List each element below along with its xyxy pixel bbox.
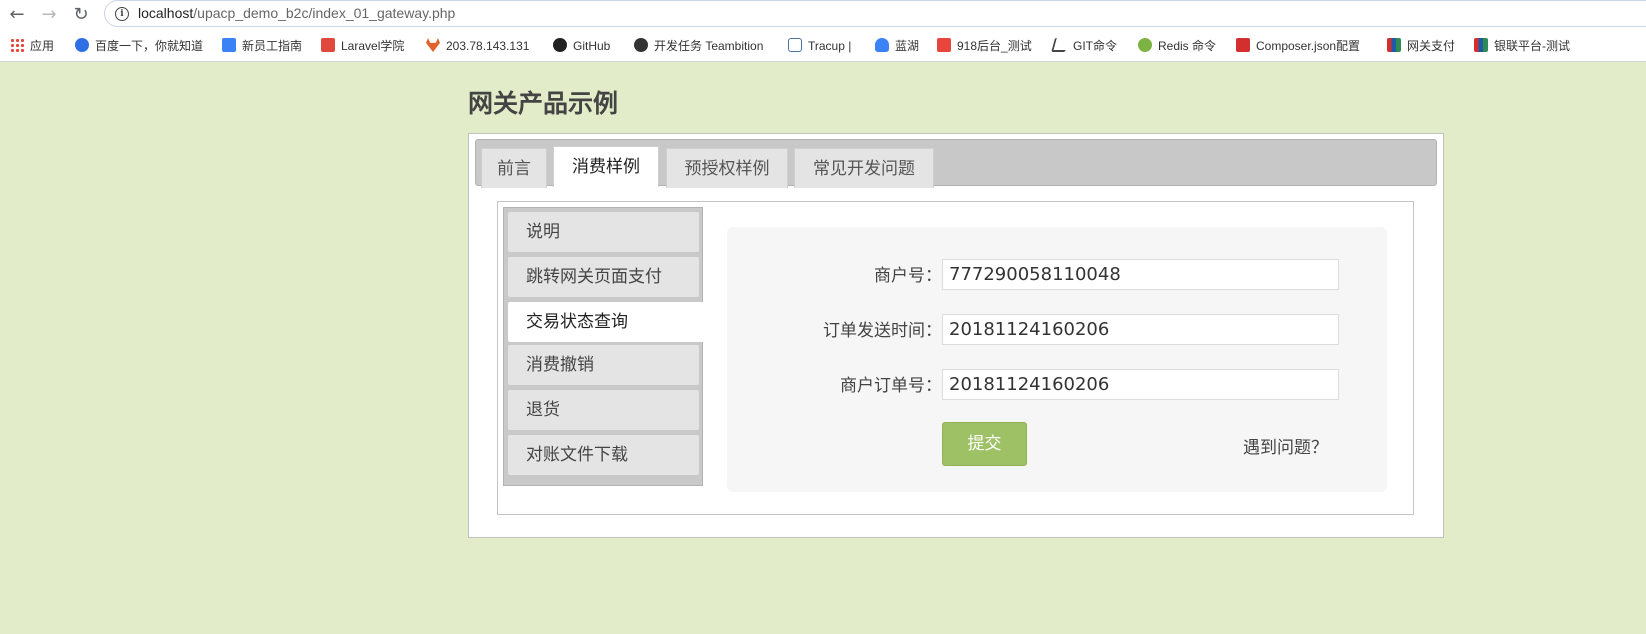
bookmark-guide[interactable]: 新员工指南 [222, 37, 302, 55]
bookmark-label: GIT命令 [1073, 39, 1117, 53]
order-time-label: 订单发送时间： [823, 321, 942, 341]
bookmarks-bar: 应用 百度一下，你就知道 新员工指南 Laravel学院 203.78.143.… [0, 29, 1646, 62]
note-icon [222, 38, 236, 52]
side-item-refund[interactable]: 退货 [508, 390, 699, 430]
bookmark-label: Tracup | [808, 39, 852, 53]
composer-icon [1236, 38, 1250, 52]
bookmark-label: 银联平台-测试 [1494, 39, 1570, 53]
side-item-description[interactable]: 说明 [508, 212, 699, 252]
order-id-label: 商户订单号： [840, 376, 942, 396]
help-link[interactable]: 遇到问题？ [1243, 433, 1328, 458]
bookmark-unionpay-test[interactable]: 银联平台-测试 [1474, 37, 1570, 55]
info-icon[interactable]: i [115, 7, 129, 21]
merchant-id-input[interactable] [942, 259, 1339, 290]
git-icon [1051, 38, 1069, 52]
page-title: 网关产品示例 [468, 89, 619, 118]
bookmark-github[interactable]: GitHub [553, 37, 610, 55]
bookmark-gitlab[interactable]: 203.78.143.131 [426, 37, 529, 55]
reload-icon[interactable]: ↻ [70, 4, 92, 26]
laravel-icon [321, 38, 335, 52]
merchant-id-label: 商户号： [874, 266, 942, 286]
side-item-status-query[interactable]: 交易状态查询 [508, 302, 705, 342]
address-bar[interactable]: i localhost/upacp_demo_b2c/index_01_gate… [104, 0, 1646, 27]
bookmark-label: Redis 命令 [1158, 39, 1217, 53]
bookmark-redis[interactable]: Redis 命令 [1138, 37, 1216, 55]
bookmark-label: Laravel学院 [341, 39, 405, 53]
side-item-gateway-pay[interactable]: 跳转网关页面支付 [508, 257, 699, 297]
bookmark-label: 蓝湖 [895, 39, 920, 53]
bookmark-label: Composer.json配置 [1256, 39, 1361, 53]
side-item-cancel[interactable]: 消费撤销 [508, 345, 699, 385]
bookmark-laravel[interactable]: Laravel学院 [321, 37, 404, 55]
side-menu: 说明 跳转网关页面支付 交易状态查询 消费撤销 退货 对账文件下载 [503, 207, 705, 486]
bookmark-composer[interactable]: Composer.json配置 [1236, 37, 1360, 55]
tab-preface[interactable]: 前言 [481, 148, 547, 188]
back-arrow-icon[interactable]: ← [6, 4, 28, 26]
apps-icon [10, 38, 24, 52]
bookmark-label: 开发任务 Teambition [654, 39, 764, 53]
tabs-container: 前言 消费样例 预授权样例 常见开发问题 说明 跳转网关页面支付 交易状态查询 … [468, 133, 1444, 538]
tab-consume-sample[interactable]: 消费样例 [553, 146, 659, 187]
bookmark-label: 203.78.143.131 [446, 39, 530, 53]
gitlab-icon [426, 38, 440, 52]
bookmark-918[interactable]: 918后台_测试 [937, 37, 1032, 55]
bookmark-label: 新员工指南 [242, 39, 303, 53]
baidu-paw-icon [75, 38, 89, 52]
query-form: 商户号： 订单发送时间： 商户订单号： 提交 遇到问题？ [727, 227, 1387, 492]
bookmark-tracup[interactable]: Tracup | [788, 37, 851, 55]
submit-button[interactable]: 提交 [942, 422, 1027, 466]
order-time-input[interactable] [942, 314, 1339, 345]
redis-icon [1138, 38, 1152, 52]
unionpay-icon [1474, 38, 1488, 52]
unionpay-icon [1387, 38, 1401, 52]
browser-toolbar: ← → ↻ i localhost/upacp_demo_b2c/index_0… [0, 0, 1646, 29]
github-icon [553, 38, 567, 52]
url-host: localhost [138, 5, 194, 21]
bookmark-gateway-pay[interactable]: 网关支付 [1387, 37, 1455, 55]
bookmark-label: 百度一下，你就知道 [95, 39, 204, 53]
tab-preauth-sample[interactable]: 预授权样例 [666, 148, 788, 188]
url-text[interactable]: localhost/upacp_demo_b2c/index_01_gatewa… [138, 5, 455, 21]
side-item-reconcile-download[interactable]: 对账文件下载 [508, 435, 699, 475]
tab-faq[interactable]: 常见开发问题 [794, 148, 934, 188]
url-path: /upacp_demo_b2c/index_01_gateway.php [193, 5, 456, 21]
bookmark-apps[interactable]: 应用 [10, 37, 54, 55]
tracup-icon [788, 38, 802, 52]
bookmark-label: 应用 [30, 39, 55, 53]
teambition-icon [634, 38, 648, 52]
bookmark-baidu[interactable]: 百度一下，你就知道 [75, 37, 203, 55]
forward-arrow-icon[interactable]: → [38, 4, 60, 26]
lanhu-icon [875, 38, 889, 52]
bookmark-label: 网关支付 [1407, 39, 1456, 53]
bookmark-label: GitHub [573, 39, 611, 53]
bookmark-git[interactable]: GIT命令 [1051, 37, 1117, 55]
bookmark-lanhu[interactable]: 蓝湖 [875, 37, 919, 55]
order-id-input[interactable] [942, 369, 1339, 400]
tab-panel: 说明 跳转网关页面支付 交易状态查询 消费撤销 退货 对账文件下载 商户号： 订… [497, 201, 1414, 515]
bookmark-teambition[interactable]: 开发任务 Teambition [634, 37, 770, 55]
tab-bar: 前言 消费样例 预授权样例 常见开发问题 [475, 139, 1437, 188]
bookmark-label: 918后台_测试 [957, 39, 1032, 53]
qb-icon [937, 38, 951, 52]
